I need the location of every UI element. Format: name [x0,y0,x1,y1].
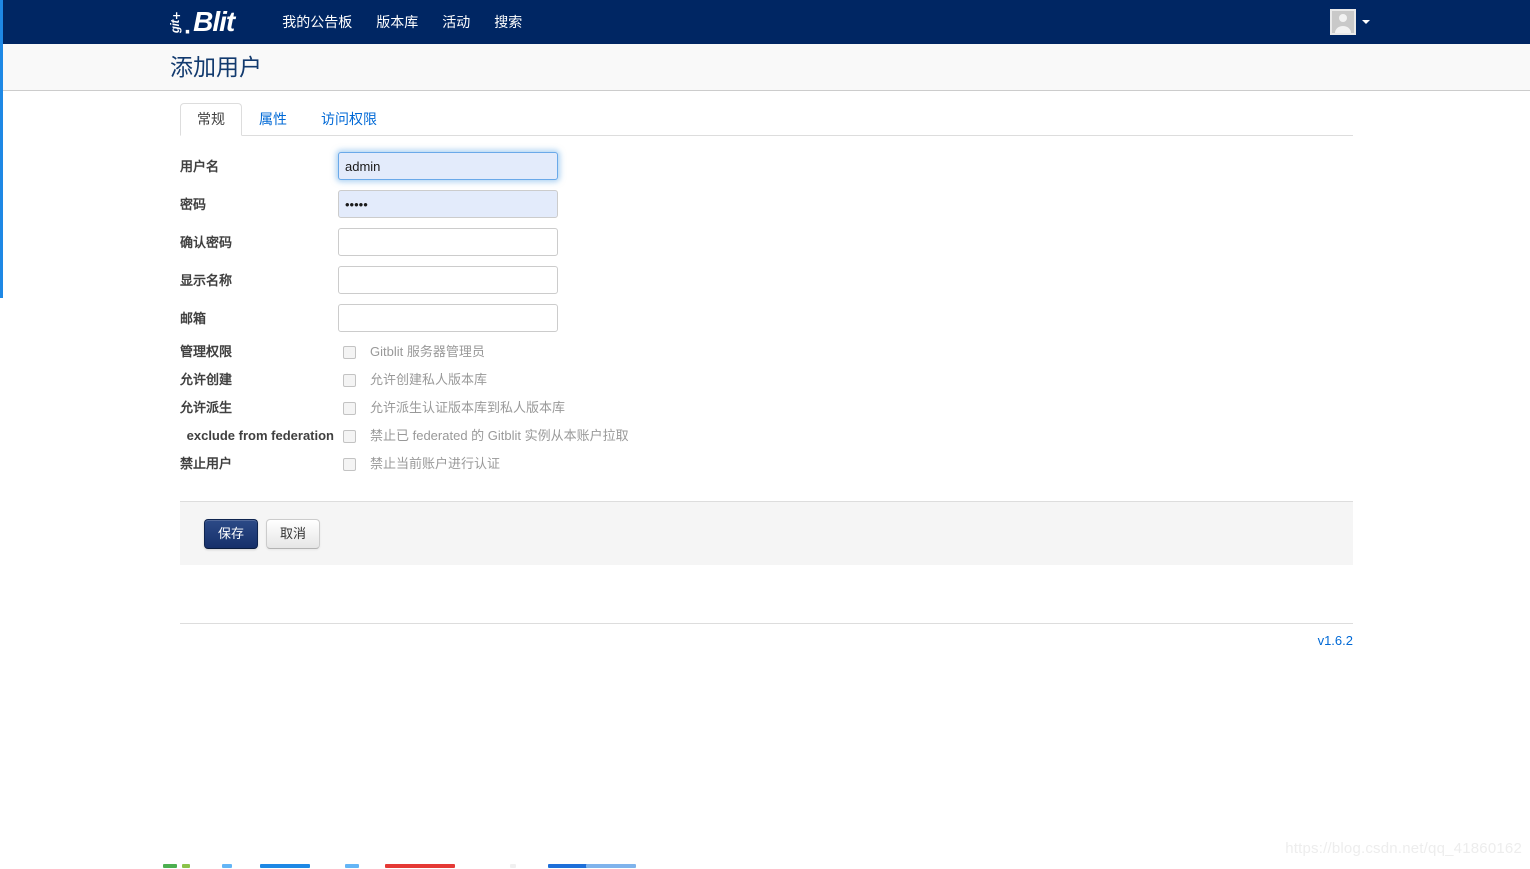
field-row-username: 用户名 [180,152,1353,180]
nav-item: 我的公告板 [270,0,364,44]
label-allow-create: 允许创建 [180,372,233,387]
user-menu[interactable] [1330,9,1370,35]
label-display-name: 显示名称 [180,273,233,288]
password-input[interactable] [338,190,558,218]
nav-item: 版本库 [364,0,430,44]
check-row-allow-fork: 允许派生 允许派生认证版本库到私人版本库 [180,398,1353,418]
cancel-button[interactable]: 取消 [266,518,321,549]
nav-activity[interactable]: 活动 [430,0,482,44]
bottom-strip-chip [345,864,359,868]
git-branch-icon: + git [170,9,183,35]
tab-bar: 常规 属性 访问权限 [180,103,1353,136]
logo-dot-glyph: · [184,19,193,46]
nav-repositories[interactable]: 版本库 [364,0,430,44]
tab-attributes-label[interactable]: 属性 [242,103,304,136]
check-row-disable-user: 禁止用户 禁止当前账户进行认证 [180,454,1353,474]
control-display-name [338,266,558,294]
text-admin-permission: Gitblit 服务器管理员 [370,344,485,359]
version-link[interactable]: v1.6.2 [1318,633,1353,648]
logo-blit-text: Blit [193,6,235,37]
control-email [338,304,558,332]
confirm-password-input[interactable] [338,228,558,256]
page-title: 添加用户 [170,53,262,80]
logo-plus-glyph: + [171,9,182,22]
control-username [338,152,558,180]
primary-nav: 我的公告板 版本库 活动 搜索 [270,0,534,44]
form-actions-bar: 保存 取消 [180,501,1353,565]
label-admin-permission: 管理权限 [180,344,233,359]
label-confirm-password: 确认密码 [180,235,233,250]
bottom-strip-chip [510,864,516,868]
left-edge-strip [0,0,3,298]
bottom-strip-chip [586,864,636,868]
allow-create-checkbox[interactable] [343,373,356,387]
content-area: 常规 属性 访问权限 用户名 密码 确认密码 [0,91,1530,648]
username-input[interactable] [338,152,558,180]
control-password [338,190,558,218]
add-user-form: 用户名 密码 确认密码 显示名称 邮箱 [180,152,1353,565]
exclude-from-federation-checkbox[interactable] [343,429,356,443]
avatar[interactable] [1330,9,1356,35]
tab-access-permissions-label[interactable]: 访问权限 [304,103,394,136]
check-row-admin: 管理权限 Gitblit 服务器管理员 [180,342,1353,362]
field-row-email: 邮箱 [180,304,1353,332]
nav-item: 搜索 [482,0,534,44]
disable-user-checkbox[interactable] [343,457,356,471]
chevron-down-icon[interactable] [1362,20,1370,24]
bottom-strip-chip [222,864,232,868]
label-allow-fork: 允许派生 [180,400,233,415]
check-row-allow-create: 允许创建 允许创建私人版本库 [180,370,1353,390]
label-disable-user: 禁止用户 [180,456,233,471]
label-exclude-from-federation: exclude from federation [186,428,334,443]
allow-fork-checkbox[interactable] [343,401,356,415]
check-row-exclude-federation: exclude from federation 禁止已 federated 的 … [180,426,1353,446]
label-email: 邮箱 [180,311,207,326]
clipped-bottom-strip [0,861,1530,869]
logo-git-text: git [170,19,183,34]
watermark-text: https://blog.csdn.net/qq_41860162 [1285,840,1522,857]
gitblit-logo[interactable]: + git · Blit [170,0,235,46]
tab-general-label[interactable]: 常规 [180,103,242,136]
bottom-strip-chip [182,864,190,868]
field-row-confirm-password: 确认密码 [180,228,1353,256]
tab-general[interactable]: 常规 [180,103,242,136]
text-allow-create: 允许创建私人版本库 [370,372,488,387]
top-navbar: + git · Blit 我的公告板 版本库 活动 搜索 [0,0,1530,46]
text-exclude-from-federation: 禁止已 federated 的 Gitblit 实例从本账户拉取 [370,428,629,443]
control-confirm-password [338,228,558,256]
text-disable-user: 禁止当前账户进行认证 [370,456,501,471]
tab-attributes[interactable]: 属性 [242,103,304,136]
nav-my-dashboard[interactable]: 我的公告板 [270,0,364,44]
page-header-bar: 添加用户 [0,44,1530,91]
page-footer: v1.6.2 [180,623,1353,648]
bottom-strip-chip [260,864,310,868]
email-input[interactable] [338,304,558,332]
bottom-strip-chip [385,864,455,868]
text-allow-fork: 允许派生认证版本库到私人版本库 [370,400,566,415]
display-name-input[interactable] [338,266,558,294]
nav-search[interactable]: 搜索 [482,0,534,44]
tab-access-permissions[interactable]: 访问权限 [304,103,394,136]
nav-item: 活动 [430,0,482,44]
save-button[interactable]: 保存 [204,518,259,549]
label-password: 密码 [180,197,207,212]
field-row-display-name: 显示名称 [180,266,1353,294]
admin-checkbox[interactable] [343,345,356,359]
label-username: 用户名 [180,159,220,174]
bottom-strip-chip [163,864,177,868]
field-row-password: 密码 [180,190,1353,218]
